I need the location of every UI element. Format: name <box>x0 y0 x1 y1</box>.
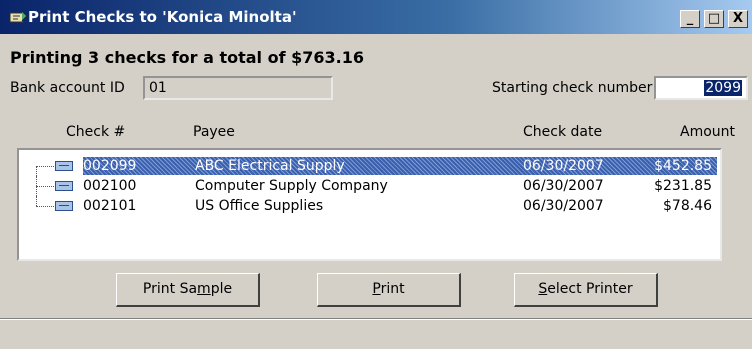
bank-account-field: 01 <box>143 76 333 100</box>
starting-check-label: Starting check number <box>492 80 653 96</box>
app-icon <box>10 10 28 23</box>
maximize-icon: □ <box>707 11 721 26</box>
check-payee: Computer Supply Company <box>195 178 388 194</box>
close-icon: X <box>732 11 744 26</box>
select-printer-button[interactable]: Select Printer <box>514 273 658 307</box>
close-button[interactable]: X <box>728 10 748 28</box>
column-header-date[interactable]: Check date <box>523 124 602 140</box>
check-date: 06/30/2007 <box>523 198 604 214</box>
check-payee: ABC Electrical Supply <box>195 158 345 174</box>
list-item[interactable]: 002101 US Office Supplies 06/30/2007 $78… <box>19 196 720 216</box>
button-label-accelerator: P <box>372 281 381 297</box>
maximize-button[interactable]: □ <box>704 10 724 28</box>
minimize-icon: _ <box>686 11 694 26</box>
checks-list[interactable]: 002099 ABC Electrical Supply 06/30/2007 … <box>17 148 722 261</box>
print-button[interactable]: Print <box>317 273 461 307</box>
title-bar[interactable]: Print Checks to 'Konica Minolta' _ □ X <box>0 0 752 34</box>
column-header-payee[interactable]: Payee <box>193 124 235 140</box>
check-date: 06/30/2007 <box>523 178 604 194</box>
check-number: 002100 <box>83 178 137 194</box>
button-label-part: rint <box>380 281 405 297</box>
check-amount: $231.85 <box>654 178 712 194</box>
check-amount: $78.46 <box>663 198 712 214</box>
window-title: Print Checks to 'Konica Minolta' <box>28 8 297 26</box>
check-number: 002099 <box>83 158 137 174</box>
column-header-amount[interactable]: Amount <box>680 124 735 140</box>
check-document-icon <box>55 201 73 211</box>
check-date: 06/30/2007 <box>523 158 604 174</box>
status-bar <box>0 320 752 349</box>
print-sample-button[interactable]: Print Sample <box>116 273 260 307</box>
bank-account-label: Bank account ID <box>10 80 125 96</box>
check-amount: $452.85 <box>654 158 712 174</box>
button-label-part: elect Printer <box>547 281 633 297</box>
button-label-part: Print Sa <box>142 281 198 297</box>
print-checks-window: Print Checks to 'Konica Minolta' _ □ X P… <box>0 0 752 349</box>
print-summary: Printing 3 checks for a total of $763.16 <box>10 48 365 67</box>
column-header-check[interactable]: Check # <box>66 124 125 140</box>
list-item[interactable]: 002099 ABC Electrical Supply 06/30/2007 … <box>19 156 720 186</box>
button-label-accelerator: m <box>197 281 211 297</box>
check-document-icon <box>55 161 73 171</box>
check-number: 002101 <box>83 198 137 214</box>
starting-check-value: 2099 <box>704 80 742 96</box>
minimize-button[interactable]: _ <box>680 10 700 28</box>
button-label-part: ple <box>210 281 233 297</box>
check-document-icon <box>55 181 73 191</box>
button-label-accelerator: S <box>538 281 548 297</box>
check-payee: US Office Supplies <box>195 198 324 214</box>
list-item[interactable]: 002100 Computer Supply Company 06/30/200… <box>19 176 720 196</box>
starting-check-input[interactable]: 2099 <box>654 76 748 100</box>
